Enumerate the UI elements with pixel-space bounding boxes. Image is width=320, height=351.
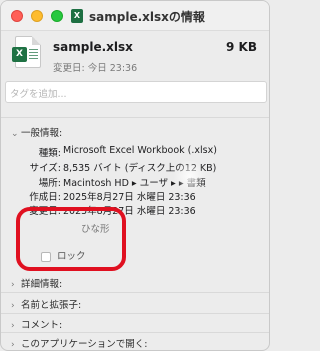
window-title: sample.xlsxの情報	[89, 10, 205, 24]
file-size: 9 KB	[226, 40, 257, 54]
divider	[1, 117, 269, 118]
file-name: sample.xlsx	[53, 40, 133, 54]
comments-section-toggle[interactable]: › コメント:	[11, 317, 62, 331]
red-highlight-annotation	[16, 207, 126, 271]
close-window-button[interactable]	[11, 10, 23, 22]
chevron-right-icon: ›	[11, 340, 15, 350]
tags-input[interactable]: タグを追加...	[5, 81, 267, 103]
open-with-section-toggle[interactable]: › このアプリケーションで開く:	[11, 336, 148, 350]
general-section-toggle[interactable]: ⌄ 一般情報:	[11, 125, 62, 139]
chevron-right-icon: ›	[11, 301, 15, 311]
title-bar: X sample.xlsxの情報	[1, 1, 269, 31]
chevron-right-icon: ›	[11, 321, 15, 331]
zoom-window-button[interactable]	[51, 10, 63, 22]
general-section-label: 一般情報:	[21, 128, 63, 139]
excel-document-icon: X	[12, 36, 41, 68]
redaction-blur	[174, 159, 206, 194]
excel-file-icon: X	[71, 9, 83, 23]
info-window: X sample.xlsxの情報 X sample.xlsx 9 KB 変更日:…	[0, 0, 270, 351]
chevron-down-icon: ⌄	[11, 129, 19, 139]
file-header: X sample.xlsx 9 KB 変更日: 今日 23:36	[1, 32, 269, 78]
minimize-window-button[interactable]	[31, 10, 43, 22]
tags-placeholder: タグを追加...	[10, 89, 67, 100]
modified-date: 変更日: 今日 23:36	[53, 63, 138, 74]
more-info-section-toggle[interactable]: › 詳細情報:	[11, 276, 62, 290]
chevron-right-icon: ›	[11, 280, 15, 290]
name-extension-section-toggle[interactable]: › 名前と拡張子:	[11, 297, 81, 311]
